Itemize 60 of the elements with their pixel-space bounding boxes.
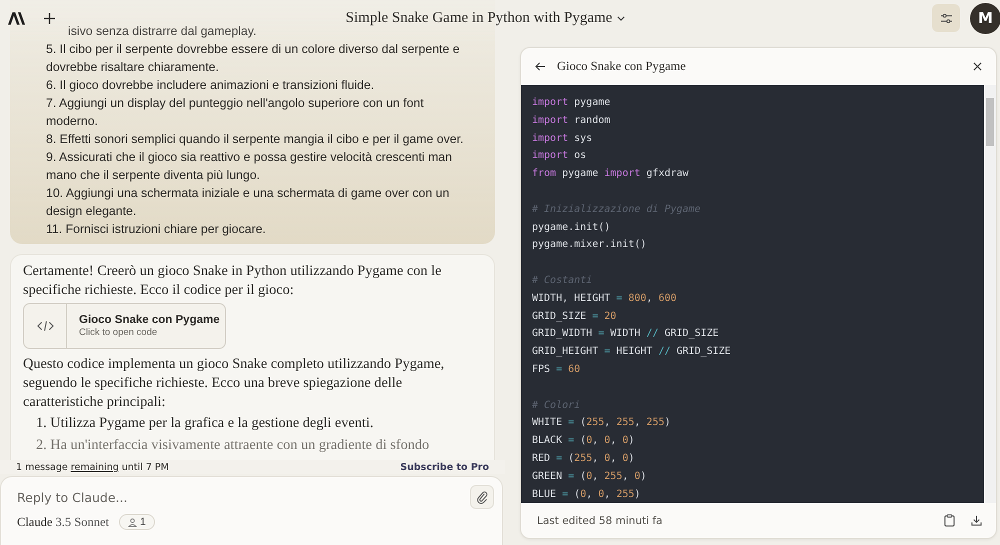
message-text: isivo senza distrarre dal gameplay. (68, 23, 256, 40)
message-text: 5. Il cibo per il serpente dovrebbe essere di un colore diverso dal serpente e dovrebbe risaltare chiaramente. (46, 41, 461, 76)
code-line: RED = (255, 0, 0) (532, 452, 636, 466)
code-line: import pygame (532, 96, 612, 110)
code-line: pygame.init() (532, 220, 612, 235)
panel-title: Gioco Snake con Pygame (557, 59, 686, 74)
code-line: WHITE = (255, 255, 255) (532, 416, 672, 430)
code-line: GRID_HEIGHT = HEIGHT // GRID_SIZE (532, 345, 732, 360)
last-edited-text: Last edited 58 minuti fa (537, 514, 662, 526)
code-line: # Inizializzazione di Pygame (532, 202, 702, 217)
message-text: 10. Aggiungi una schermata iniziale e una schermata di game over con un design elegante. (46, 185, 450, 220)
person-icon (128, 518, 138, 526)
back-arrow-icon[interactable] (535, 62, 546, 71)
clipboard-icon[interactable] (944, 514, 955, 527)
code-line: import sys (532, 132, 594, 146)
code-line: WIDTH, HEIGHT = 800, 600 (532, 292, 678, 306)
message-text: Certamente! Creerò un gioco Snake in Python utilizzando Pygame con le specifiche richieste. Ecco il codice per il gioco: (23, 262, 442, 300)
message-text: 8. Effetti sonori semplici quando il serpente mangia il cibo e per il game over. (46, 131, 464, 148)
code-line: GRID_WIDTH = WIDTH // GRID_SIZE (532, 327, 720, 342)
code-line: import random (532, 114, 612, 128)
code-line: pygame.mixer.init() (532, 238, 648, 252)
code-line: BLACK = (0, 0, 0) (532, 434, 636, 448)
code-line: # Costanti (532, 274, 594, 288)
usage-limit-text: 1 message remaining until 7 PM (16, 462, 169, 472)
message-text: Questo codice implementa un gioco Snake completo utilizzando Pygame, seguendo le specifiche richieste. Ecco una breve spiegazione delle caratteristiche principali: (23, 355, 446, 412)
scrollbar-thumb[interactable] (986, 98, 994, 146)
list-item: 2. Ha un'interfaccia visivamente attraente con un gradiente di sfondo (36, 436, 430, 455)
scrollbar[interactable] (984, 85, 996, 503)
artifact-subtitle: Click to open code (79, 327, 158, 338)
list-item: 1. Utilizza Pygame per la grafica e la gestione degli eventi. (36, 414, 374, 433)
message-text: 6. Il gioco dovrebbe includere animazioni e transizioni fluide. (46, 77, 374, 94)
code-line: from pygame import gfxdraw (532, 167, 690, 182)
code-line: GRID_SIZE = 20 (532, 310, 618, 324)
attach-button[interactable] (470, 485, 494, 509)
message-text: 7. Aggiungi un display del punteggio nell'angolo superiore con un font moderno. (46, 95, 425, 130)
model-selector[interactable]: Claude 3.5 Sonnet (17, 514, 110, 530)
code-line: # Colori (532, 398, 582, 413)
artifact-card[interactable]: Gioco Snake con Pygame Click to open code (23, 303, 226, 349)
remaining-link[interactable]: remaining (70, 462, 119, 472)
message-text: 11. Fornisci istruzioni chiare per giocare. (46, 221, 266, 238)
code-line: BLUE = (0, 0, 255) (532, 488, 642, 502)
subscribe-link[interactable]: Subscribe to Pro (400, 462, 489, 472)
code-line: GREEN = (0, 255, 0) (532, 470, 648, 484)
reply-input-field[interactable]: Reply to Claude... (17, 486, 470, 508)
settings-button[interactable] (932, 4, 960, 32)
download-icon[interactable] (971, 515, 982, 526)
chevron-down-icon (617, 16, 626, 20)
user-avatar[interactable]: M (970, 2, 1000, 34)
message-text: 9. Assicurati che il gioco sia reattivo e possa gestire velocità crescenti man mano che il serpente diventa più lungo. (46, 149, 453, 184)
sliders-icon (940, 12, 952, 24)
paperclip-icon (476, 490, 488, 504)
artifact-title: Gioco Snake con Pygame (79, 314, 220, 326)
project-count-chip[interactable]: 1 (119, 514, 155, 530)
logo-icon[interactable] (8, 12, 26, 24)
chat-title-button[interactable]: Simple Snake Game in Python with Pygame (346, 10, 626, 26)
close-icon[interactable] (973, 62, 982, 71)
reply-field[interactable]: Reply to Claude... Claude 3.5 Sonnet 1 (0, 476, 503, 545)
code-line: import os (532, 149, 588, 164)
code-line: FPS = 60 (532, 362, 582, 377)
new-chat-icon[interactable] (44, 12, 55, 24)
